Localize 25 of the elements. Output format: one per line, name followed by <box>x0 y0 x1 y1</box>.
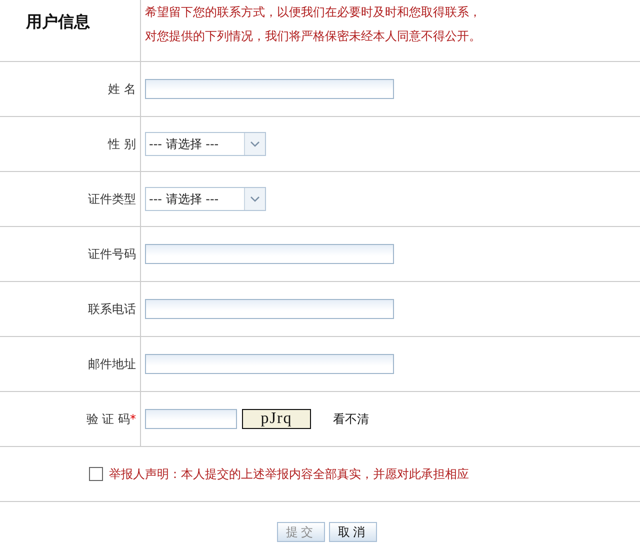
text-field[interactable] <box>145 299 394 319</box>
text-field[interactable] <box>145 354 394 374</box>
notice-text: 希望留下您的联系方式，以便我们在必要时及时和您取得联系， <box>145 4 482 21</box>
field-label: 联系电话 <box>88 300 136 318</box>
field-label: 姓 名 <box>108 80 136 98</box>
refresh-link[interactable]: 看不清 <box>333 410 369 428</box>
notice-text: 对您提供的下列情况，我们将严格保密未经本人同意不得公开。 <box>145 28 482 45</box>
statement-text: 举报人声明：本人提交的上述举报内容全部真实，并愿对此承担相应 <box>109 466 469 482</box>
chevron-down-icon[interactable] <box>244 133 265 155</box>
text-field[interactable] <box>145 244 394 264</box>
section-title: 用户信息 <box>24 11 91 33</box>
select-field[interactable]: --- 请选择 --- <box>145 132 266 156</box>
select-field[interactable]: --- 请选择 --- <box>145 187 266 211</box>
captcha-image: pJrq <box>242 409 311 429</box>
text-field[interactable] <box>145 79 394 99</box>
field-label: 证件类型 <box>88 190 136 208</box>
captcha-field[interactable] <box>145 409 237 429</box>
field-label: 性 别 <box>108 136 136 152</box>
chevron-down-icon[interactable] <box>244 188 265 210</box>
cancel-button[interactable]: 取消 <box>329 522 377 542</box>
field-label: 证件号码 <box>88 246 136 262</box>
checkbox[interactable] <box>89 467 103 481</box>
field-label: 邮件地址 <box>88 356 136 372</box>
required-mark: * <box>130 412 136 426</box>
field-label: 验 证 码 <box>86 410 130 428</box>
